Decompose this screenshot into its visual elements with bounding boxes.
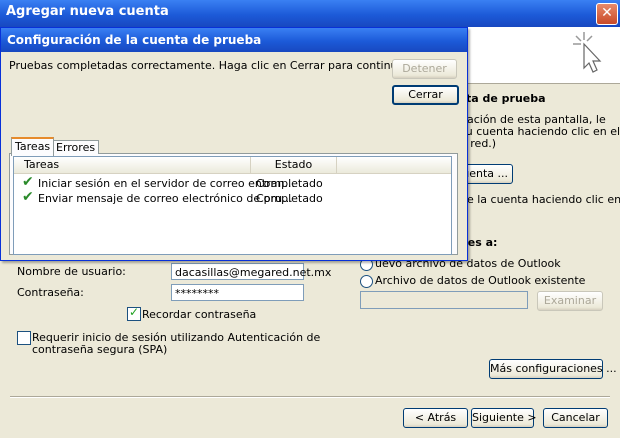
dialog-titlebar[interactable]: Configuración de la cuenta de prueba (1, 28, 467, 52)
test-settings-dialog: Configuración de la cuenta de prueba Pru… (0, 27, 468, 261)
back-button[interactable]: < Atrás (403, 408, 468, 428)
column-header-status[interactable]: Estado (251, 157, 337, 174)
username-field[interactable]: dacasillas@megared.net.mx (171, 263, 331, 280)
existing-datafile-radio[interactable] (360, 275, 373, 288)
spa-label-line-2: contraseña segura (SPA) (32, 343, 168, 356)
next-button[interactable]: Siguiente > (471, 408, 537, 428)
spa-checkbox[interactable] (17, 331, 31, 345)
password-field[interactable]: ******** (171, 284, 304, 301)
more-settings-button[interactable]: Más configuraciones ... (489, 359, 617, 379)
remember-password-checkbox[interactable]: ✓ (127, 305, 141, 321)
password-label: Contraseña: (17, 286, 84, 299)
wizard-pointer-icon (573, 32, 602, 73)
existing-datafile-label: Archivo de datos de Outlook existente (375, 274, 586, 287)
test-description-line: de la cuenta haciendo clic en (460, 193, 620, 206)
dialog-title: Configuración de la cuenta de prueba (7, 33, 262, 47)
check-icon: ✔ (22, 174, 34, 190)
tab-errors[interactable]: Errores (52, 140, 100, 154)
cancel-button[interactable]: Cancelar (543, 408, 608, 428)
footer-separator (10, 396, 610, 397)
column-header-tasks[interactable]: Tareas (14, 157, 251, 174)
username-label: Nombre de usuario: (17, 265, 126, 278)
close-icon[interactable]: ✕ (596, 3, 618, 25)
dialog-message: Pruebas completadas correctamente. Haga … (9, 59, 412, 72)
tab-tasks[interactable]: Tareas (11, 137, 55, 156)
browse-button: Examinar (537, 291, 603, 311)
window-titlebar[interactable]: Agregar nueva cuenta ✕ (0, 0, 620, 27)
row-task: Enviar mensaje de correo electrónico de … (38, 192, 293, 205)
deliver-to-title: ies a: (464, 236, 498, 249)
row-status: Completado (256, 192, 323, 205)
check-icon: ✔ (22, 189, 34, 205)
existing-datafile-path (360, 291, 528, 309)
stop-button: Detener (392, 59, 457, 79)
row-status: Completado (256, 177, 323, 190)
remember-password-label: Recordar contraseña (142, 308, 257, 321)
tasks-list[interactable]: Tareas Estado ✔ Iniciar sesión en el ser… (13, 156, 452, 255)
test-section-title: ta de prueba (466, 92, 546, 105)
close-button[interactable]: Cerrar (392, 85, 459, 105)
table-row[interactable]: ✔ Enviar mensaje de correo electrónico d… (14, 189, 451, 207)
column-header-filler (337, 157, 451, 174)
table-row[interactable]: ✔ Iniciar sesión en el servidor de corre… (14, 174, 451, 192)
checkmark-icon: ✓ (129, 305, 140, 319)
window-title: Agregar nueva cuenta (6, 4, 169, 19)
